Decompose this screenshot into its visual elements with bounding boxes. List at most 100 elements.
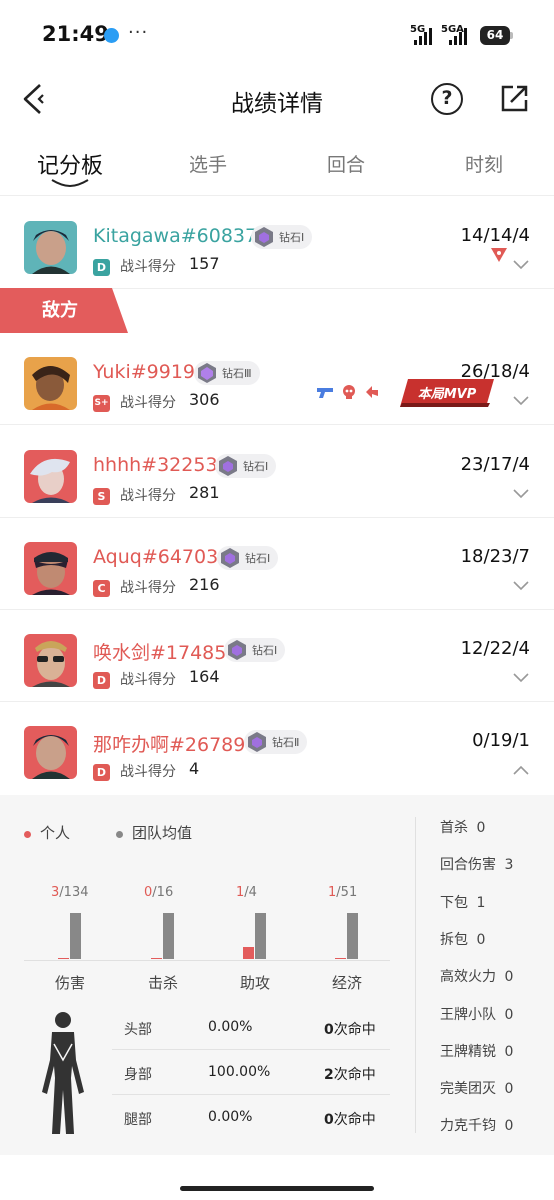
kda: 18/23/7 [460,546,530,567]
bar-category-label: 经济 [331,974,362,992]
expand-chevron-icon[interactable] [512,395,530,407]
bar-team-average [347,913,358,959]
expand-chevron-icon[interactable] [512,488,530,500]
hit-percentage: 100.00% [208,1064,271,1080]
stat-value: 0 [500,1006,514,1023]
stat-label: 回合伤害 [440,857,496,874]
player-avatar [24,357,77,410]
expand-chevron-icon[interactable] [512,672,530,684]
enemy-team-banner: 敌方 [0,288,128,333]
player-name: 唤水剑#17485 [93,642,227,664]
hit-percentage: 0.00% [208,1019,253,1035]
grade-badge: D [93,672,110,689]
stat-item: 王牌精锐 0 [440,1041,513,1061]
kda: 12/22/4 [460,638,530,659]
skull-icon [343,385,355,399]
player-row[interactable]: 唤水剑#17485 钻石Ⅰ D 战斗得分 164 12/22/4 [0,610,554,702]
player-detail-panel: 个人 团队均值 3/134 伤害 0/16 击杀 1/4 助攻 1/51 经济 头部 0.00… [0,795,554,1155]
legend-personal-dot [24,831,31,838]
hit-count: 0 [324,1112,334,1128]
stat-item: 拆包 0 [440,929,485,949]
player-row[interactable]: hhhh#32253 钻石Ⅰ S 战斗得分 281 23/17/4 [0,426,554,518]
stat-item: 完美团灭 0 [440,1078,513,1098]
score-label: 战斗得分 [120,488,176,504]
combat-score: 157 [189,254,220,273]
tab-rounds[interactable]: 回合 [296,150,396,177]
tab-players[interactable]: 选手 [158,150,258,177]
bar-personal [58,958,69,959]
grade-badge: D [93,764,110,781]
stat-value: 3 [500,857,514,874]
player-row[interactable]: Aquq#64703 钻石Ⅰ C 战斗得分 216 18/23/7 [0,518,554,610]
share-icon[interactable] [499,83,529,113]
bar-value-label: 0/16 [144,885,204,900]
player-avatar [24,634,77,687]
rank-label: 钻石Ⅱ [272,736,300,749]
body-figure-icon [42,1012,84,1134]
diamond-rank-icon [228,640,246,660]
rank-label: 钻石Ⅰ [252,644,278,657]
stat-label: 高效火力 [440,969,496,986]
collapse-chevron-icon[interactable] [512,764,530,776]
battery-icon: 64 [480,26,510,45]
stat-value: 0 [500,1118,514,1135]
tab-bar: 记分板 选手 回合 时刻 [0,140,554,196]
player-row[interactable]: 那咋办啊#26789 钻石Ⅱ D 战斗得分 4 0/19/1 [0,702,554,794]
bar-team-value: 4 [248,885,257,900]
rank-badge: 钻石Ⅰ [217,546,279,570]
rank-label: 钻石Ⅰ [279,231,305,244]
stat-item: 高效火力 0 [440,966,513,986]
rank-label: 钻石Ⅰ [245,552,271,565]
hit-count-unit: 次命中 [333,1067,376,1083]
signal-2-icon [449,28,467,45]
score-label: 战斗得分 [120,259,176,275]
status-time: 21:49 [42,22,109,46]
signal-1-icon [414,28,432,45]
hit-count: 0 [324,1022,334,1038]
hit-percentage: 0.00% [208,1109,253,1125]
grade-badge: C [93,580,110,597]
status-bar: 21:49 ··· 5G 5GA 64 [0,0,554,66]
legend-team: 团队均值 [132,824,193,842]
stat-label: 下包 [440,894,468,911]
player-name: Aquq#64703 [93,546,219,568]
stat-item: 回合伤害 3 [440,854,513,874]
tab-moments[interactable]: 时刻 [434,150,534,177]
bar-personal [335,958,346,959]
player-row[interactable]: Kitagawa#60837 钻石Ⅰ D 战斗得分 157 14/14/4 [0,197,554,289]
hit-count-unit: 次命中 [333,1022,376,1038]
rank-badge: 钻石Ⅰ [215,454,277,478]
score-label: 战斗得分 [120,764,176,780]
hit-part-label: 头部 [124,1022,152,1038]
grade-badge: S+ [93,395,110,412]
app-notification-icon [104,28,119,43]
diamond-rank-icon [255,227,273,247]
expand-chevron-icon[interactable] [512,580,530,592]
hit-count: 2 [324,1067,334,1083]
combat-score: 216 [189,575,220,594]
stat-value: 1 [472,894,486,911]
player-row[interactable]: Yuki#9919 钻石Ⅲ S+ 战斗得分 306 26/18/4 本局MVP [0,333,554,425]
bar-team-value: 16 [156,885,174,900]
mvp-label: 本局MVP [418,386,477,402]
diamond-rank-icon [248,732,266,752]
stat-item: 首杀 0 [440,817,485,837]
stat-value: 0 [500,1081,514,1098]
title-bar: 战绩详情 ? [0,66,554,132]
hit-row-body: 身部 100.00% 2次命中 [112,1050,390,1095]
mvp-badge: 本局MVP [400,379,494,407]
player-avatar [24,542,77,595]
bar-team-value: 134 [63,885,89,900]
player-name: Kitagawa#60837 [93,225,258,247]
rank-label: 钻石Ⅲ [222,367,252,380]
stat-item: 力克千钧 0 [440,1115,513,1135]
stat-value: 0 [500,969,514,986]
expand-chevron-icon[interactable] [512,259,530,271]
combat-score: 164 [189,667,220,686]
stat-item: 王牌小队 0 [440,1004,513,1024]
help-circle-icon[interactable]: ? [431,83,463,115]
player-avatar [24,726,77,779]
home-indicator[interactable] [180,1186,374,1191]
tab-scoreboard[interactable]: 记分板 [20,148,120,180]
diamond-rank-icon [198,363,216,383]
